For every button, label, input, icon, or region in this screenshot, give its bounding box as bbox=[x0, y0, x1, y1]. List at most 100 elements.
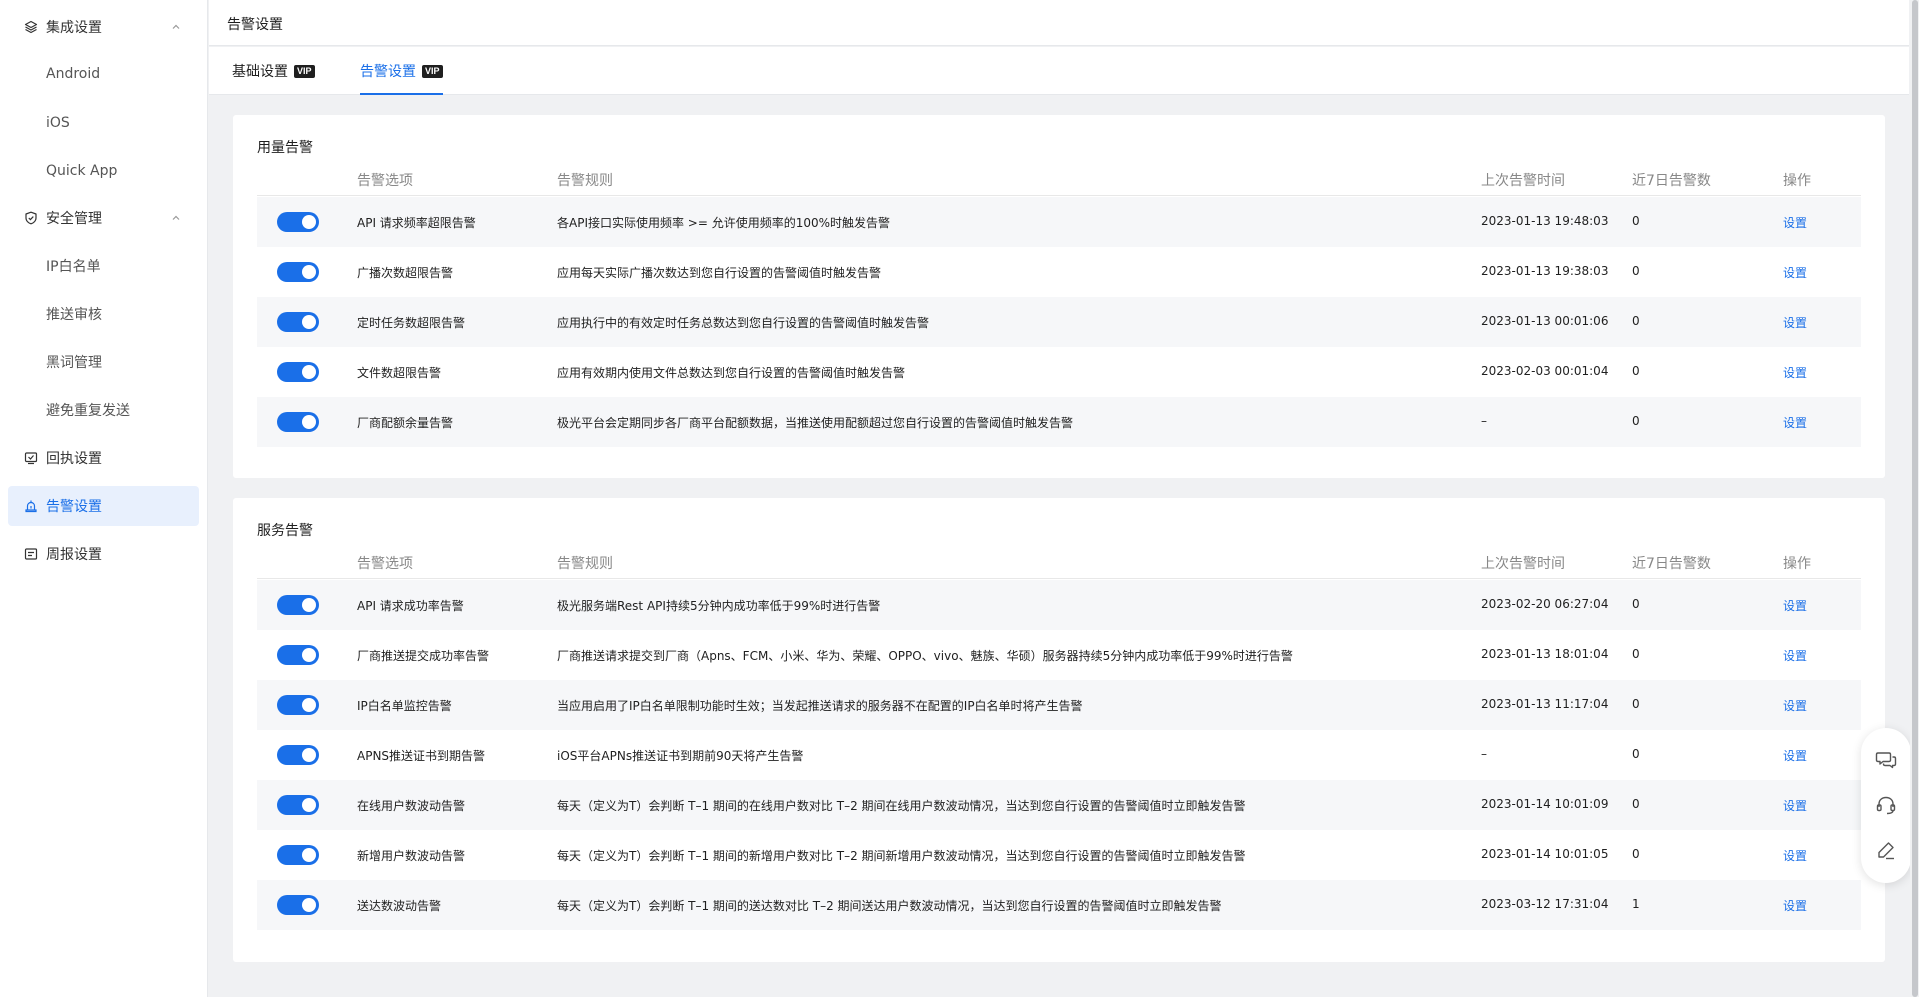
last-alarm-time: 2023-02-03 00:01:04 bbox=[1481, 364, 1609, 378]
alarm-option-name: 文件数超限告警 bbox=[357, 366, 442, 380]
settings-link[interactable]: 设置 bbox=[1783, 897, 1807, 914]
settings-link[interactable]: 设置 bbox=[1783, 647, 1807, 664]
usage-alarm-card: 用量告警 告警选项 告警规则 上次告警时间 近7日告警数 操作 API 请求频率… bbox=[233, 115, 1885, 478]
settings-link[interactable]: 设置 bbox=[1783, 797, 1807, 814]
toggle-knob bbox=[302, 215, 316, 229]
last-alarm-time: – bbox=[1481, 414, 1487, 428]
table-row: 送达数波动告警 每天（定义为T）会判断 T–1 期间的送达数对比 T–2 期间送达… bbox=[257, 880, 1861, 930]
last-alarm-time: 2023-01-13 19:48:03 bbox=[1481, 214, 1609, 228]
settings-link[interactable]: 设置 bbox=[1783, 414, 1807, 431]
sidebar-item-blackword[interactable]: 黑词管理 bbox=[8, 342, 199, 382]
settings-link[interactable]: 设置 bbox=[1783, 314, 1807, 331]
alarm-rule-text: 应用执行中的有效定时任务总数达到您自行设置的告警阈值时触发告警 bbox=[557, 316, 930, 330]
sidebar-item-ios[interactable]: iOS bbox=[8, 103, 199, 143]
alarm-count-7d: 1 bbox=[1632, 897, 1640, 911]
alarm-option-name: APNS推送证书到期告警 bbox=[357, 749, 486, 763]
table-row: 厂商推送提交成功率告警 厂商推送请求提交到厂商（Apns、FCM、小米、华为、荣耀… bbox=[257, 630, 1861, 680]
toggle-knob bbox=[302, 265, 316, 279]
sidebar-item-label: iOS bbox=[46, 115, 70, 131]
alarm-count-7d: 0 bbox=[1632, 847, 1640, 861]
tab-basic-settings[interactable]: 基础设置 VIP bbox=[232, 47, 315, 95]
alarm-option-name: 送达数波动告警 bbox=[357, 899, 442, 913]
settings-link[interactable]: 设置 bbox=[1783, 597, 1807, 614]
alarm-rule-text: 每天（定义为T）会判断 T–1 期间的送达数对比 T–2 期间送达用户数波动情况… bbox=[557, 899, 1222, 913]
vip-badge: VIP bbox=[294, 64, 315, 78]
alarm-rule-text: 极光平台会定期同步各厂商平台配额数据，当推送使用配额超过您自行设置的告警阈值时触… bbox=[557, 416, 1074, 430]
alarm-option-name: 厂商配额余量告警 bbox=[357, 416, 454, 430]
table-row: IP白名单监控告警 当应用启用了IP白名单限制功能时生效；当发起推送请求的服务器不… bbox=[257, 680, 1861, 730]
alarm-rule-text: 每天（定义为T）会判断 T–1 期间的新增用户数对比 T–2 期间新增用户数波动… bbox=[557, 849, 1246, 863]
edit-icon[interactable] bbox=[1874, 838, 1898, 862]
toggle-knob bbox=[302, 365, 316, 379]
alarm-toggle[interactable] bbox=[277, 262, 319, 282]
toggle-knob bbox=[302, 415, 316, 429]
tab-alarm-settings[interactable]: 告警设置 VIP bbox=[360, 47, 443, 95]
table-row: API 请求频率超限告警 各API接口实际使用频率 >= 允许使用频率的100%时… bbox=[257, 197, 1861, 247]
col-option-header: 告警选项 bbox=[357, 173, 413, 189]
sidebar-item-weekly-report[interactable]: 周报设置 bbox=[8, 534, 199, 574]
tab-bar: 基础设置 VIP 告警设置 VIP bbox=[209, 47, 1909, 95]
sidebar-item-label: 告警设置 bbox=[46, 499, 102, 515]
alarm-toggle[interactable] bbox=[277, 362, 319, 382]
alarm-count-7d: 0 bbox=[1632, 214, 1640, 228]
sidebar-group-security[interactable]: 安全管理 bbox=[8, 198, 199, 238]
settings-link[interactable]: 设置 bbox=[1783, 214, 1807, 231]
settings-link[interactable]: 设置 bbox=[1783, 364, 1807, 381]
section-title: 用量告警 bbox=[257, 140, 313, 156]
sidebar-group-integration[interactable]: 集成设置 bbox=[8, 7, 199, 47]
sidebar-item-quick-app[interactable]: Quick App bbox=[8, 151, 199, 191]
alarm-toggle[interactable] bbox=[277, 845, 319, 865]
sidebar-item-dedup[interactable]: 避免重复发送 bbox=[8, 390, 199, 430]
scrollbar-thumb[interactable] bbox=[1912, 0, 1918, 997]
alarm-toggle[interactable] bbox=[277, 595, 319, 615]
toggle-knob bbox=[302, 748, 316, 762]
col-option-header: 告警选项 bbox=[357, 556, 413, 572]
sidebar-item-label: 避免重复发送 bbox=[46, 403, 130, 419]
sidebar-item-android[interactable]: Android bbox=[8, 54, 199, 94]
sidebar-item-label: 周报设置 bbox=[46, 547, 102, 563]
alarm-toggle[interactable] bbox=[277, 212, 319, 232]
alarm-option-name: 定时任务数超限告警 bbox=[357, 316, 466, 330]
settings-link[interactable]: 设置 bbox=[1783, 697, 1807, 714]
toggle-knob bbox=[302, 648, 316, 662]
alarm-toggle[interactable] bbox=[277, 695, 319, 715]
settings-link[interactable]: 设置 bbox=[1783, 847, 1807, 864]
sidebar-item-receipt[interactable]: 回执设置 bbox=[8, 438, 199, 478]
headset-icon[interactable] bbox=[1874, 793, 1898, 817]
table-row: 新增用户数波动告警 每天（定义为T）会判断 T–1 期间的新增用户数对比 T–2 … bbox=[257, 830, 1861, 880]
vip-badge: VIP bbox=[422, 64, 443, 78]
toggle-knob bbox=[302, 698, 316, 712]
alarm-toggle[interactable] bbox=[277, 312, 319, 332]
alarm-toggle[interactable] bbox=[277, 795, 319, 815]
sidebar-group-label: 集成设置 bbox=[46, 20, 102, 36]
tab-label: 告警设置 bbox=[360, 64, 416, 80]
sidebar-item-push-review[interactable]: 推送审核 bbox=[8, 294, 199, 334]
alarm-toggle[interactable] bbox=[277, 412, 319, 432]
alarm-option-name: 广播次数超限告警 bbox=[357, 266, 454, 280]
table-row: 厂商配额余量告警 极光平台会定期同步各厂商平台配额数据，当推送使用配额超过您自行设… bbox=[257, 397, 1861, 447]
alarm-toggle[interactable] bbox=[277, 895, 319, 915]
alarm-count-7d: 0 bbox=[1632, 797, 1640, 811]
table-header: 告警选项 告警规则 上次告警时间 近7日告警数 操作 bbox=[257, 162, 1861, 196]
sidebar-item-alarm[interactable]: 告警设置 bbox=[8, 486, 199, 526]
chat-icon[interactable] bbox=[1874, 748, 1898, 772]
sidebar: 集成设置 Android iOS Quick App 安全管理 IP白名单 推送… bbox=[0, 0, 208, 997]
table-row: 文件数超限告警 应用有效期内使用文件总数达到您自行设置的告警阈值时触发告警 2023… bbox=[257, 347, 1861, 397]
sidebar-item-ip-whitelist[interactable]: IP白名单 bbox=[8, 246, 199, 286]
alarm-rule-text: 极光服务端Rest API持续5分钟内成功率低于99%时进行告警 bbox=[557, 599, 881, 613]
alarm-icon bbox=[24, 499, 38, 513]
alarm-rule-text: 每天（定义为T）会判断 T–1 期间的在线用户数对比 T–2 期间在线用户数波动… bbox=[557, 799, 1246, 813]
settings-link[interactable]: 设置 bbox=[1783, 264, 1807, 281]
alarm-option-name: API 请求成功率告警 bbox=[357, 599, 464, 613]
alarm-count-7d: 0 bbox=[1632, 264, 1640, 278]
sidebar-item-label: 推送审核 bbox=[46, 307, 102, 323]
alarm-count-7d: 0 bbox=[1632, 747, 1640, 761]
settings-link[interactable]: 设置 bbox=[1783, 747, 1807, 764]
alarm-toggle[interactable] bbox=[277, 745, 319, 765]
alarm-toggle[interactable] bbox=[277, 645, 319, 665]
alarm-rule-text: 当应用启用了IP白名单限制功能时生效；当发起推送请求的服务器不在配置的IP白名单… bbox=[557, 699, 1083, 713]
page-title: 告警设置 bbox=[227, 17, 283, 33]
alarm-option-name: 厂商推送提交成功率告警 bbox=[357, 649, 490, 663]
table-row: 广播次数超限告警 应用每天实际广播次数达到您自行设置的告警阈值时触发告警 2023-… bbox=[257, 247, 1861, 297]
alarm-option-name: 在线用户数波动告警 bbox=[357, 799, 466, 813]
